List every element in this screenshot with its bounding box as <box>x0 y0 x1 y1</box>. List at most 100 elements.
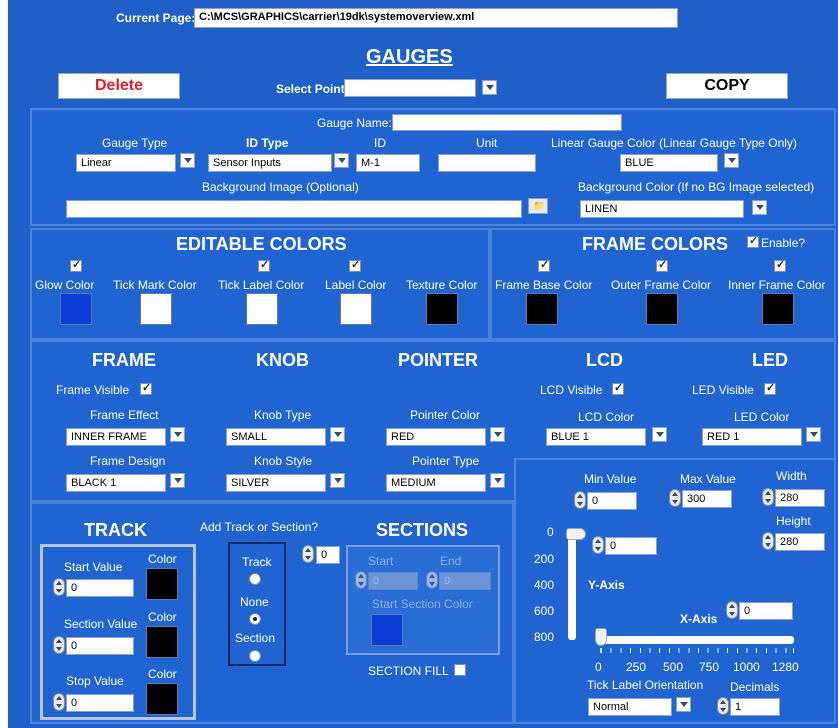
section-end-input[interactable]: 0 <box>439 572 491 590</box>
label-color-swatch[interactable] <box>340 293 372 325</box>
gauge-type-select[interactable]: Linear <box>76 154 176 172</box>
y-axis-input[interactable]: 0 <box>605 537 657 555</box>
knob-type-select[interactable]: SMALL <box>226 428 326 446</box>
bg-image-input[interactable] <box>66 200 522 218</box>
select-point-dropdown[interactable] <box>482 80 497 95</box>
x-axis-stepper[interactable] <box>726 601 738 619</box>
height-stepper[interactable] <box>762 532 774 550</box>
width-input[interactable]: 280 <box>775 489 825 507</box>
frame-visible-checkbox[interactable] <box>140 381 152 395</box>
radio-section[interactable] <box>249 650 261 662</box>
knob-style-label: Knob Style <box>254 454 313 468</box>
section-end-stepper[interactable] <box>426 571 438 589</box>
track-start-stepper[interactable] <box>53 578 65 596</box>
outer-frame-color-checkbox[interactable] <box>656 258 668 272</box>
inner-frame-color-checkbox[interactable] <box>774 258 786 272</box>
width-stepper[interactable] <box>762 488 774 506</box>
knob-style-dropdown[interactable] <box>330 473 345 488</box>
led-color-select[interactable]: RED 1 <box>702 428 802 446</box>
min-value-input[interactable]: 0 <box>587 492 637 510</box>
bg-color-dropdown[interactable] <box>752 200 767 215</box>
glow-color-checkbox[interactable] <box>70 258 82 272</box>
bg-color-select[interactable]: LINEN <box>580 200 744 218</box>
knob-style-select[interactable]: SILVER <box>226 474 326 492</box>
browse-button[interactable]: 📁 <box>528 198 548 214</box>
max-value-stepper[interactable] <box>669 489 681 507</box>
tick-label-color-swatch[interactable] <box>246 293 278 325</box>
frame-effect-label: Frame Effect <box>90 408 159 422</box>
label-color-checkbox[interactable] <box>349 258 361 272</box>
tick-mark-color-swatch[interactable] <box>140 293 172 325</box>
id-type-select[interactable]: Sensor Inputs <box>208 154 332 172</box>
section-fill-checkbox[interactable] <box>454 664 466 676</box>
y-axis-stepper[interactable] <box>592 536 604 554</box>
track-start-color-swatch[interactable] <box>146 568 178 600</box>
current-page-field[interactable]: C:\MCS\GRAPHICS\carrier\19dk\systemoverv… <box>194 8 678 28</box>
lcd-visible-checkbox[interactable] <box>612 381 624 395</box>
section-color-swatch[interactable] <box>371 614 403 646</box>
track-section-stepper[interactable] <box>53 636 65 654</box>
track-stop-color-swatch[interactable] <box>146 683 178 715</box>
min-value-stepper[interactable] <box>574 491 586 509</box>
y-axis-slider-handle[interactable] <box>566 528 586 540</box>
frame-base-color-checkbox[interactable] <box>538 258 550 272</box>
x-axis-input[interactable]: 0 <box>739 602 793 620</box>
tick-orientation-dropdown[interactable] <box>676 697 691 712</box>
y-tick-800: 800 <box>534 630 555 644</box>
y-axis-slider-track[interactable] <box>568 530 576 640</box>
outer-frame-color-label: Outer Frame Color <box>611 278 712 292</box>
x-tick-1000: 1000 <box>733 660 760 674</box>
track-stop-input[interactable]: 0 <box>66 694 134 712</box>
unit-input[interactable] <box>438 154 536 172</box>
section-start-stepper[interactable] <box>355 571 367 589</box>
id-input[interactable]: M-1 <box>356 154 420 172</box>
section-start-input[interactable]: 0 <box>368 572 418 590</box>
led-visible-checkbox[interactable] <box>764 381 776 395</box>
decimals-stepper[interactable] <box>717 697 729 715</box>
frame-design-select[interactable]: BLACK 1 <box>66 474 166 492</box>
gauge-type-dropdown[interactable] <box>180 153 195 168</box>
track-stop-label: Stop Value <box>66 674 124 688</box>
gauge-name-input[interactable] <box>392 114 622 131</box>
frame-design-dropdown[interactable] <box>170 473 185 488</box>
frame-effect-select[interactable]: INNER FRAME <box>66 428 166 446</box>
glow-color-swatch[interactable] <box>60 293 92 325</box>
inner-frame-color-swatch[interactable] <box>762 293 794 325</box>
x-axis-slider-track[interactable] <box>600 636 794 644</box>
track-start-input[interactable]: 0 <box>66 579 134 597</box>
tick-orientation-select[interactable]: Normal <box>588 698 672 716</box>
frame-base-color-swatch[interactable] <box>526 293 558 325</box>
pointer-color-select[interactable]: RED <box>386 428 486 446</box>
decimals-input[interactable]: 1 <box>730 698 780 716</box>
lcd-color-select[interactable]: BLUE 1 <box>546 428 646 446</box>
texture-color-swatch[interactable] <box>426 293 458 325</box>
track-stop-stepper[interactable] <box>53 693 65 711</box>
x-axis-slider-handle[interactable] <box>595 628 607 646</box>
track-section-input[interactable]: 0 <box>66 637 134 655</box>
add-count-input[interactable]: 0 <box>316 546 340 564</box>
outer-frame-color-swatch[interactable] <box>646 293 678 325</box>
id-type-dropdown[interactable] <box>334 153 349 168</box>
radio-track[interactable] <box>249 573 261 585</box>
led-color-dropdown[interactable] <box>806 427 821 442</box>
linear-color-select[interactable]: BLUE <box>620 154 718 172</box>
copy-button[interactable]: COPY <box>666 73 788 99</box>
tick-label-color-checkbox[interactable] <box>258 258 270 272</box>
max-value-input[interactable]: 300 <box>682 490 732 508</box>
track-section-color-swatch[interactable] <box>146 626 178 658</box>
radio-section-label: Section <box>235 631 276 645</box>
knob-type-dropdown[interactable] <box>330 427 345 442</box>
frame-effect-dropdown[interactable] <box>170 427 185 442</box>
linear-color-dropdown[interactable] <box>724 153 739 168</box>
frame-colors-enable-checkbox[interactable] <box>747 234 759 248</box>
delete-button[interactable]: Delete <box>58 73 180 99</box>
pointer-color-dropdown[interactable] <box>490 427 505 442</box>
add-count-stepper[interactable] <box>302 545 314 563</box>
select-point-field[interactable] <box>344 79 476 97</box>
track-color-label-1: Color <box>148 552 177 566</box>
pointer-type-dropdown[interactable] <box>490 473 505 488</box>
height-input[interactable]: 280 <box>775 533 825 551</box>
lcd-color-dropdown[interactable] <box>652 427 667 442</box>
radio-none[interactable] <box>249 613 261 625</box>
pointer-type-select[interactable]: MEDIUM <box>386 474 486 492</box>
